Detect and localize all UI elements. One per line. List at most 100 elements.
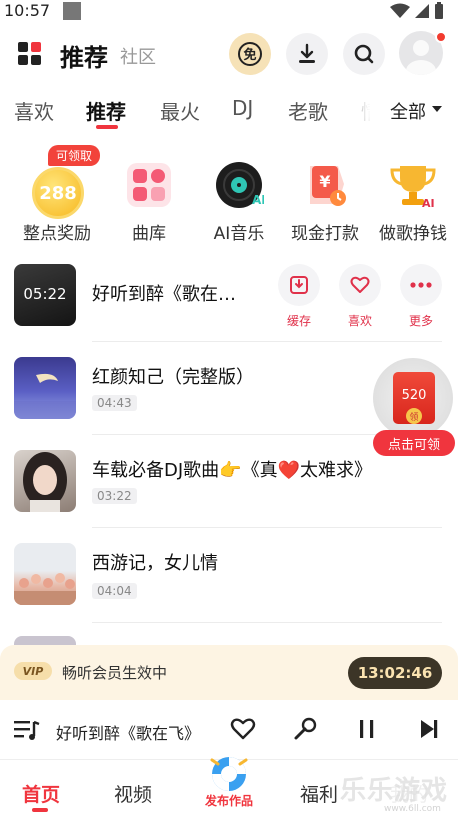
microphone-icon xyxy=(294,717,317,740)
nav-active-indicator xyxy=(32,808,48,812)
svg-text:AI: AI xyxy=(252,193,264,207)
song-cover xyxy=(14,543,76,605)
duration-tag: 04:43 xyxy=(92,395,137,411)
download-icon xyxy=(299,43,315,63)
coin-icon: 288 xyxy=(32,167,84,219)
next-icon xyxy=(421,720,438,738)
more-button[interactable]: 更多 xyxy=(400,264,444,328)
player-like-button[interactable] xyxy=(228,714,258,744)
claim-label: 点击可领 xyxy=(373,430,455,456)
reward-amount: 520 xyxy=(401,388,427,403)
tab-hot[interactable]: 最火 xyxy=(160,96,200,125)
list-item[interactable]: 05:22 好听到醉《歌在… 缓存 喜欢 更多 xyxy=(0,264,458,356)
header: 推荐 社区 免 xyxy=(0,30,458,80)
svg-text:免: 免 xyxy=(243,47,256,63)
song-title: 好听到醉《歌在… xyxy=(92,284,236,305)
quick-make-song[interactable]: AI 做歌挣钱 xyxy=(370,145,456,245)
svg-text:¥: ¥ xyxy=(319,172,330,191)
cache-button[interactable]: 缓存 xyxy=(278,264,322,328)
watermark-text: 乐乐游戏 xyxy=(340,776,449,806)
search-button[interactable] xyxy=(343,33,385,75)
vip-status-text: 畅听会员生效中 xyxy=(62,664,168,682)
quick-cash-payout[interactable]: ¥ 现金打款 xyxy=(282,145,368,245)
tab-community[interactable]: 社区 xyxy=(120,43,156,69)
category-tabs: 喜欢 推荐 最火 DJ 老歌 情 全部 xyxy=(0,88,458,130)
like-icon-wrap xyxy=(339,264,381,306)
vip-badge: VIP xyxy=(14,662,52,680)
status-time: 10:57 xyxy=(4,1,51,20)
watermark-url: www.6ll.com xyxy=(384,804,441,814)
svg-text:AI: AI xyxy=(422,197,435,210)
library-icon xyxy=(127,163,171,207)
tab-oldies[interactable]: 老歌 xyxy=(288,96,328,125)
trophy-ai-icon: AI xyxy=(390,166,436,210)
red-packet-reward[interactable]: 520 领 点击可领 xyxy=(373,358,455,458)
claimable-badge: 可领取 xyxy=(48,145,101,166)
free-mode-button[interactable]: 免 xyxy=(229,33,271,75)
quick-library[interactable]: 曲库 xyxy=(106,145,192,245)
quick-entries: 288 可领取 整点奖励 曲库 AI AI音乐 ¥ 现金打款 AI 做歌挣钱 xyxy=(0,145,458,245)
search-icon xyxy=(354,44,374,64)
more-icon xyxy=(410,282,432,288)
divider xyxy=(92,527,442,528)
pause-icon xyxy=(360,720,374,738)
now-playing-title: 好听到醉《歌在飞》 xyxy=(56,724,201,743)
karaoke-button[interactable] xyxy=(290,714,320,744)
divider xyxy=(92,341,442,342)
next-button[interactable] xyxy=(414,714,444,744)
song-title: 车载必备DJ歌曲👉《真❤️太难求》 xyxy=(92,460,372,481)
coin-icon: 领 xyxy=(406,408,422,424)
nav-video[interactable]: 视频 xyxy=(114,780,152,807)
status-icons xyxy=(390,2,444,20)
action-label: 更多 xyxy=(408,314,433,328)
all-categories-button[interactable]: 全部 xyxy=(390,98,426,124)
duration-tag: 03:22 xyxy=(92,488,137,504)
song-title: 红颜知己（完整版） xyxy=(92,367,254,388)
nav-welfare[interactable]: 福利 xyxy=(300,780,338,807)
tab-recommend[interactable]: 推荐 xyxy=(86,96,126,125)
signal-icon xyxy=(415,4,429,18)
battery-icon xyxy=(435,2,443,19)
moon-icon xyxy=(14,373,76,419)
vip-timer: 13:02:46 xyxy=(348,657,442,689)
cover-duration: 05:22 xyxy=(23,285,67,303)
flowers-icon xyxy=(14,573,76,605)
nav-publish[interactable]: 发布作品 xyxy=(198,752,260,818)
action-label: 喜欢 xyxy=(347,314,372,328)
vip-bar[interactable]: VIP 畅听会员生效中 13:02:46 xyxy=(0,645,458,700)
tab-like[interactable]: 喜欢 xyxy=(14,96,54,125)
cache-icon xyxy=(290,276,308,294)
quick-label: 曲库 xyxy=(132,224,166,244)
watermark: 乐乐游戏 www.6ll.com xyxy=(340,770,458,820)
portrait-icon xyxy=(23,452,67,512)
tab-dj[interactable]: DJ xyxy=(232,96,253,120)
divider xyxy=(92,622,442,623)
list-item[interactable]: 车载必备DJ歌曲👉《真❤️太难求》 03:22 xyxy=(0,450,458,542)
status-bar: 10:57 xyxy=(0,0,458,24)
free-badge-icon: 免 xyxy=(238,42,262,66)
action-label: 缓存 xyxy=(286,314,311,328)
page-title[interactable]: 推荐 xyxy=(60,38,108,73)
quick-label: AI音乐 xyxy=(213,224,265,244)
notification-icon xyxy=(63,2,81,20)
song-cover: 05:22 xyxy=(14,264,76,326)
song-cover xyxy=(14,450,76,512)
nav-home[interactable]: 首页 xyxy=(22,780,60,807)
download-button[interactable] xyxy=(286,33,328,75)
quick-hourly-reward[interactable]: 288 可领取 整点奖励 xyxy=(14,145,101,245)
quick-label: 做歌挣钱 xyxy=(379,224,447,244)
song-cover xyxy=(14,357,76,419)
active-tab-indicator xyxy=(96,125,118,129)
quick-ai-music[interactable]: AI AI音乐 xyxy=(196,145,282,245)
notification-dot xyxy=(435,31,447,43)
duration-tag: 04:04 xyxy=(92,583,137,599)
mini-player[interactable]: 好听到醉《歌在飞》 xyxy=(0,700,458,760)
like-button[interactable]: 喜欢 xyxy=(339,264,383,328)
playlist-icon[interactable] xyxy=(14,718,40,742)
pause-button[interactable] xyxy=(352,714,382,744)
heart-icon xyxy=(350,276,370,293)
publish-label: 发布作品 xyxy=(204,794,253,808)
quick-label: 现金打款 xyxy=(291,224,359,244)
apps-icon[interactable] xyxy=(18,42,42,66)
heart-outline-icon xyxy=(230,718,256,740)
